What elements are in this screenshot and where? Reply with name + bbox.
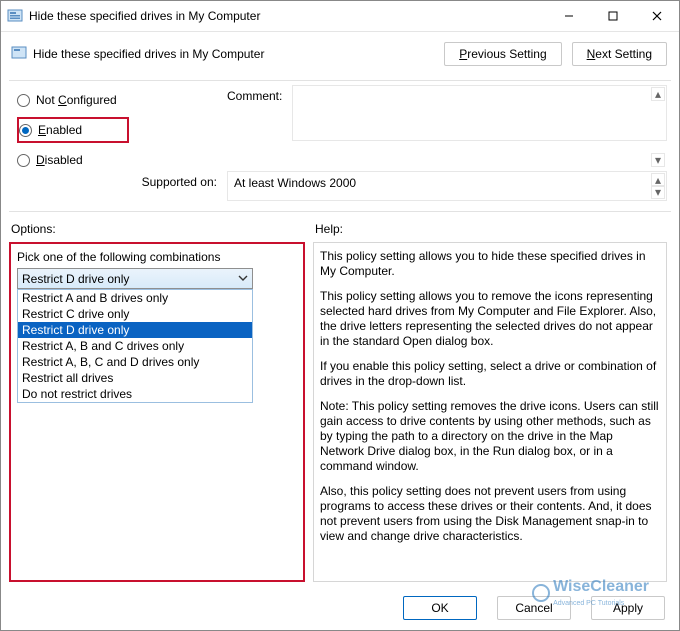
list-item[interactable]: Restrict D drive only: [18, 322, 252, 338]
comment-label: Comment:: [227, 85, 282, 169]
close-button[interactable]: [635, 1, 679, 31]
comment-textbox[interactable]: [292, 85, 667, 141]
help-label: Help:: [313, 218, 667, 242]
policy-header: Hide these specified drives in My Comput…: [1, 32, 679, 80]
chevron-down-icon: [237, 272, 249, 287]
policy-icon: [11, 45, 27, 64]
next-setting-button[interactable]: Next Setting: [572, 42, 667, 66]
window-title: Hide these specified drives in My Comput…: [29, 9, 547, 23]
list-item[interactable]: Do not restrict drives: [18, 386, 252, 402]
help-paragraph: This policy setting allows you to remove…: [320, 289, 660, 349]
radio-not-configured[interactable]: Not Configured: [17, 91, 217, 109]
list-item[interactable]: Restrict C drive only: [18, 306, 252, 322]
options-prompt: Pick one of the following combinations: [17, 250, 297, 264]
apply-button[interactable]: Apply: [591, 596, 665, 620]
cancel-button[interactable]: Cancel: [497, 596, 571, 620]
list-item[interactable]: Restrict A and B drives only: [18, 290, 252, 306]
dialog-button-bar: OK Cancel Apply: [1, 588, 679, 630]
combobox-value: Restrict D drive only: [22, 272, 129, 286]
radio-icon: [17, 154, 30, 167]
scroll-down-icon[interactable]: ▾: [651, 185, 665, 199]
list-item[interactable]: Restrict all drives: [18, 370, 252, 386]
options-panel: Pick one of the following combinations R…: [9, 242, 305, 582]
titlebar: Hide these specified drives in My Comput…: [1, 1, 679, 31]
radio-icon: [19, 124, 32, 137]
options-label: Options:: [9, 218, 305, 242]
radio-enabled[interactable]: Enabled: [19, 121, 107, 139]
scroll-up-icon[interactable]: ▴: [651, 87, 665, 101]
policy-icon: [7, 8, 23, 24]
list-item[interactable]: Restrict A, B, C and D drives only: [18, 354, 252, 370]
minimize-button[interactable]: [547, 1, 591, 31]
supported-on-label: Supported on:: [17, 171, 217, 189]
combination-combobox[interactable]: Restrict D drive only: [17, 268, 253, 289]
help-paragraph: Also, this policy setting does not preve…: [320, 484, 660, 544]
scroll-down-icon[interactable]: ▾: [651, 153, 665, 167]
maximize-button[interactable]: [591, 1, 635, 31]
policy-title: Hide these specified drives in My Comput…: [33, 47, 264, 61]
help-paragraph: This policy setting allows you to hide t…: [320, 249, 660, 279]
ok-button[interactable]: OK: [403, 596, 477, 620]
previous-setting-button[interactable]: Previous Setting: [444, 42, 561, 66]
radio-icon: [17, 94, 30, 107]
combination-dropdown: Restrict A and B drives only Restrict C …: [17, 289, 253, 403]
help-paragraph: Note: This policy setting removes the dr…: [320, 399, 660, 474]
help-panel: This policy setting allows you to hide t…: [313, 242, 667, 582]
state-comment-row: Not Configured Enabled Disabled Comment:…: [1, 81, 679, 171]
radio-disabled[interactable]: Disabled: [17, 151, 217, 169]
help-paragraph: If you enable this policy setting, selec…: [320, 359, 660, 389]
list-item[interactable]: Restrict A, B and C drives only: [18, 338, 252, 354]
supported-on-textbox: At least Windows 2000: [227, 171, 667, 201]
gpo-editor-dialog: Hide these specified drives in My Comput…: [0, 0, 680, 631]
